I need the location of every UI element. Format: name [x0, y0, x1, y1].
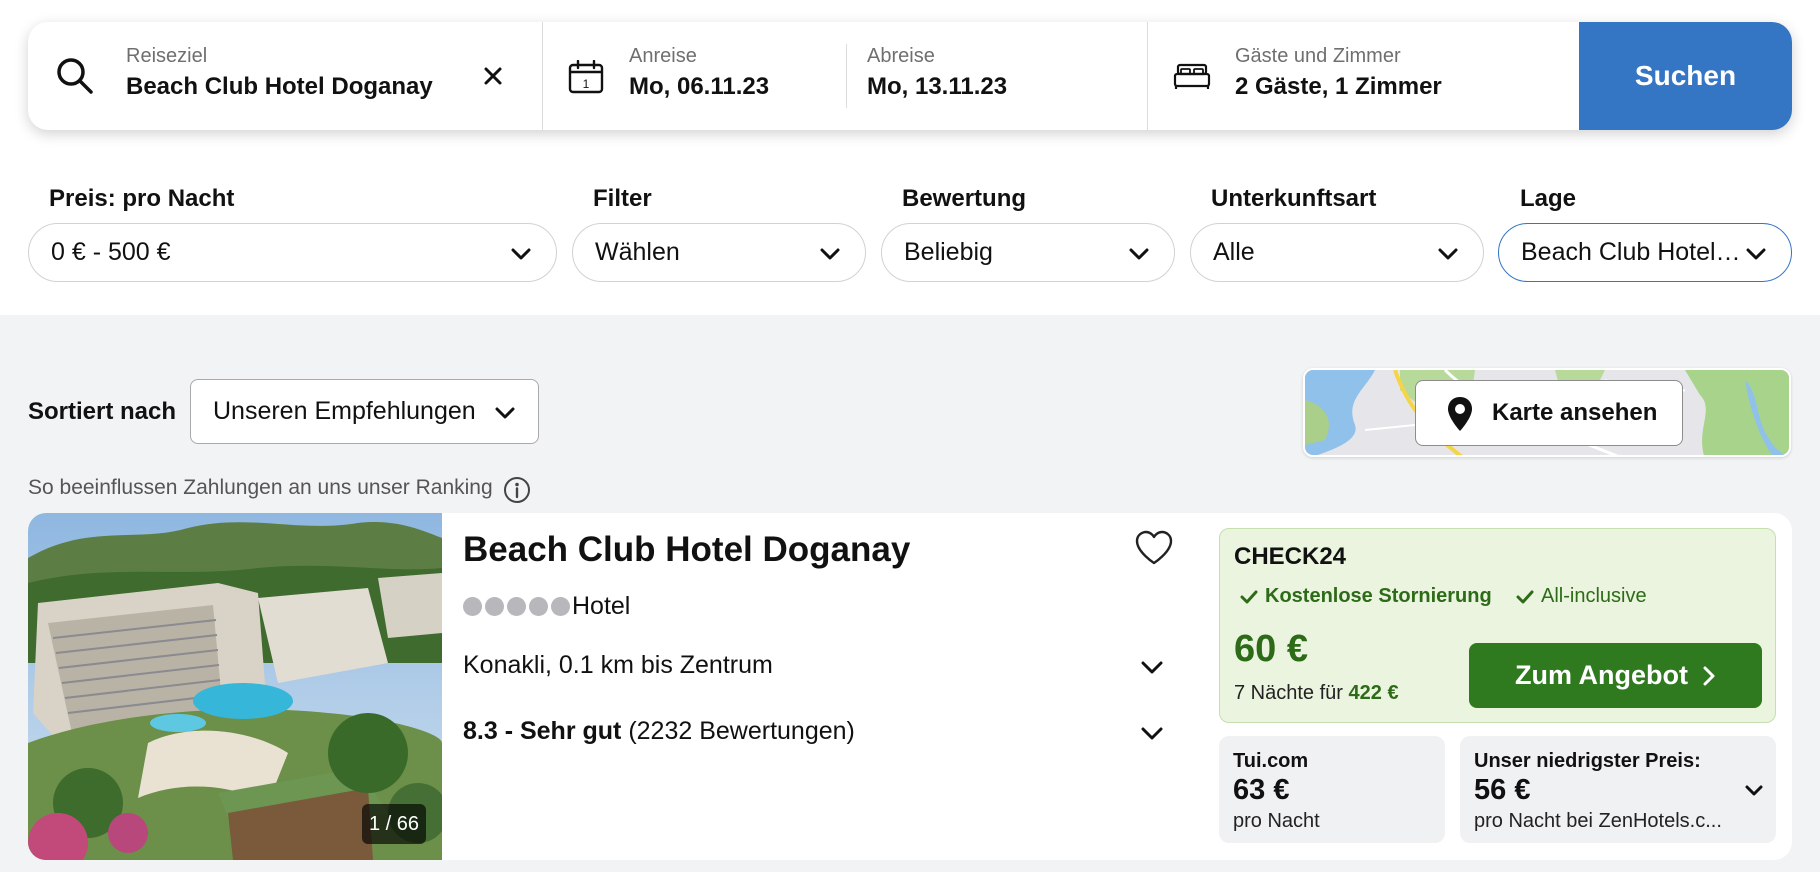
search-bar: Reiseziel Beach Club Hotel Doganay 1 Anr…: [28, 22, 1792, 130]
clear-icon[interactable]: [483, 66, 503, 91]
hotel-rating[interactable]: 8.3 - Sehr gut (2232 Bewertungen): [463, 717, 855, 746]
destination-label: Reiseziel: [126, 45, 208, 67]
rating-filter-value: Beliebig: [904, 238, 993, 266]
chevron-down-icon[interactable]: [1140, 655, 1164, 679]
checkout-label: Abreise: [867, 45, 935, 67]
filter-label: Filter: [593, 185, 652, 212]
offer-provider: Unser niedrigster Preis:: [1474, 750, 1701, 772]
offer-price: 63 €: [1233, 774, 1290, 806]
check-icon: [1240, 590, 1258, 603]
hotel-location[interactable]: Konakli, 0.1 km bis Zentrum: [463, 651, 773, 680]
divider: [846, 44, 847, 108]
offer-provider: Tui.com: [1233, 750, 1309, 772]
svg-text:1: 1: [583, 77, 590, 91]
feature-label: All-inclusive: [1541, 585, 1647, 607]
chevron-down-icon: [495, 407, 515, 419]
heart-icon[interactable]: [1134, 530, 1174, 571]
filter-select[interactable]: Wählen: [572, 223, 866, 282]
rating-count: (2232 Bewertungen): [628, 717, 855, 745]
check-icon: [1516, 590, 1534, 603]
checkin-value: Mo, 06.11.23: [629, 73, 770, 100]
all-inclusive-feature: All-inclusive: [1516, 585, 1647, 608]
type-filter-label: Unterkunftsart: [1211, 185, 1377, 212]
bed-icon: [1173, 62, 1211, 95]
price-filter-select[interactable]: 0 € - 500 €: [28, 223, 557, 282]
photo-counter: 1 / 66: [362, 804, 426, 844]
offer-price: 60 €: [1234, 628, 1308, 670]
nights-text: 7 Nächte für: [1234, 682, 1343, 704]
search-icon: [56, 57, 94, 100]
destination-value: Beach Club Hotel Doganay: [126, 73, 433, 100]
rating-filter-label: Bewertung: [902, 185, 1027, 212]
show-map-label: Karte ansehen: [1492, 399, 1658, 426]
guests-label: Gäste und Zimmer: [1235, 45, 1401, 67]
star-dot: [485, 597, 504, 616]
checkout-value: Mo, 13.11.23: [867, 73, 1008, 100]
type-filter-select[interactable]: Alle: [1190, 223, 1484, 282]
price-filter-label: Preis: pro Nacht: [49, 185, 235, 212]
free-cancellation-feature: Kostenlose Stornierung: [1240, 585, 1492, 608]
hotel-type: Hotel: [572, 592, 631, 620]
offer-nights: 7 Nächte für 422 €: [1234, 682, 1399, 705]
checkin-label: Anreise: [629, 45, 697, 67]
checkin-field[interactable]: Anreise Mo, 06.11.23: [629, 22, 859, 130]
star-rating-dots: [463, 597, 570, 616]
hotel-photo[interactable]: 1 / 66: [28, 513, 448, 860]
feature-label: Kostenlose Stornierung: [1265, 585, 1492, 607]
guests-value: 2 Gäste, 1 Zimmer: [1235, 73, 1442, 100]
price-filter-value: 0 € - 500 €: [51, 238, 171, 266]
type-filter-value: Alle: [1213, 238, 1255, 266]
chevron-right-icon: [1703, 666, 1715, 685]
info-icon[interactable]: [503, 476, 531, 509]
search-button[interactable]: Suchen: [1579, 22, 1792, 130]
lowest-price-offer[interactable]: Unser niedrigster Preis: 56 € pro Nacht …: [1460, 736, 1776, 843]
main-offer[interactable]: CHECK24 Kostenlose Stornierung All-inclu…: [1219, 528, 1776, 723]
location-filter-label: Lage: [1520, 185, 1577, 212]
offer-price: 56 €: [1474, 774, 1531, 806]
sort-select[interactable]: Unseren Empfehlungen: [190, 379, 539, 444]
checkout-field[interactable]: Abreise Mo, 13.11.23: [867, 22, 1167, 130]
show-map-button[interactable]: Karte ansehen: [1415, 380, 1683, 446]
filter-value: Wählen: [595, 238, 680, 266]
offer-sub: pro Nacht bei ZenHotels.c...: [1474, 810, 1722, 832]
chevron-down-icon[interactable]: [1140, 721, 1164, 745]
star-dot: [551, 597, 570, 616]
offer-provider: CHECK24: [1234, 543, 1347, 570]
map-pin-icon: [1448, 397, 1472, 431]
star-dot: [529, 597, 548, 616]
location-filter-select[interactable]: Beach Club Hotel…: [1498, 223, 1792, 282]
map-preview[interactable]: Karte ansehen: [1303, 368, 1791, 457]
rating-filter-select[interactable]: Beliebig: [881, 223, 1175, 282]
calendar-icon: 1: [568, 59, 604, 99]
to-offer-button[interactable]: Zum Angebot: [1469, 643, 1762, 708]
chevron-down-icon: [1438, 248, 1458, 260]
hotel-name[interactable]: Beach Club Hotel Doganay: [463, 530, 910, 570]
ranking-note-link[interactable]: So beeinflussen Zahlungen an uns unser R…: [28, 476, 493, 500]
destination-field[interactable]: Reiseziel Beach Club Hotel Doganay: [126, 22, 456, 130]
to-offer-label: Zum Angebot: [1515, 660, 1688, 690]
chevron-down-icon: [1129, 248, 1149, 260]
star-dot: [507, 597, 526, 616]
offer-sub: pro Nacht: [1233, 810, 1320, 832]
rating-score: 8.3 - Sehr gut: [463, 717, 622, 745]
sort-label: Sortiert nach: [28, 398, 177, 425]
hotel-card[interactable]: 1 / 66 Beach Club Hotel Doganay Hotel Ko…: [28, 513, 1792, 860]
chevron-down-icon: [820, 248, 840, 260]
chevron-down-icon[interactable]: [1744, 780, 1764, 800]
divider: [542, 22, 543, 130]
guests-field[interactable]: Gäste und Zimmer 2 Gäste, 1 Zimmer: [1235, 22, 1555, 130]
divider: [1147, 22, 1148, 130]
chevron-down-icon: [511, 248, 531, 260]
sort-value: Unseren Empfehlungen: [213, 397, 476, 425]
location-filter-value: Beach Club Hotel…: [1521, 238, 1741, 266]
tui-offer[interactable]: Tui.com 63 € pro Nacht: [1219, 736, 1445, 843]
star-dot: [463, 597, 482, 616]
offer-total: 422 €: [1348, 682, 1399, 704]
chevron-down-icon: [1746, 248, 1766, 260]
